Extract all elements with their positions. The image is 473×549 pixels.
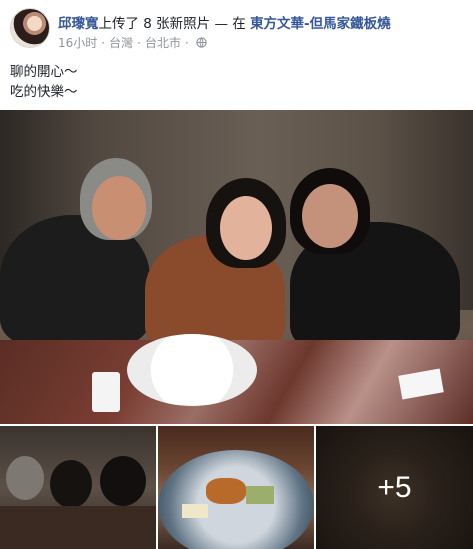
thumb1-person-b <box>50 460 92 508</box>
post-text-line: 吃的快樂～ <box>10 84 78 100</box>
thumbnail-photo-2[interactable] <box>158 426 314 549</box>
meta-separator: · <box>101 35 106 50</box>
location-country-link[interactable]: 台灣 <box>109 34 133 51</box>
post-meta: 16小时 · 台灣 · 台北市 · <box>58 34 207 51</box>
thumb2-food <box>206 478 246 504</box>
photo-face-left <box>92 176 146 240</box>
thumb1-person-c <box>100 456 146 506</box>
photo-face-right <box>302 184 358 248</box>
thumb1-bodies <box>0 506 156 549</box>
photo-thumbnails: +5 <box>0 426 473 549</box>
meta-separator: · <box>137 35 141 50</box>
thumb2-food-white <box>182 504 208 518</box>
post-timestamp[interactable]: 16小时 <box>58 34 97 51</box>
more-photos-count: +5 <box>377 470 412 504</box>
thumbnail-photo-3[interactable]: +5 <box>316 426 473 549</box>
location-city-link[interactable]: 台北市 <box>145 34 181 51</box>
meta-separator: · <box>184 35 189 50</box>
thumb1-person-a <box>6 456 44 500</box>
photo-face-middle <box>220 196 272 260</box>
post-text-line: 聊的開心～ <box>10 64 78 80</box>
author-avatar[interactable] <box>10 8 50 48</box>
post-header: 邱瓈寬上传了 8 张新照片 — 在 東方文華-但馬家鐵板燒 16小时 · 台灣 … <box>0 0 473 58</box>
post-title-line: 邱瓈寬上传了 8 张新照片 — 在 東方文華-但馬家鐵板燒 <box>58 12 391 32</box>
more-photos-overlay[interactable]: +5 <box>316 426 473 549</box>
post-action-text: 上传了 8 张新照片 — 在 <box>98 16 246 32</box>
thumb2-food-green <box>246 486 274 504</box>
thumbnail-photo-1[interactable] <box>0 426 156 549</box>
photo-glass <box>92 372 120 412</box>
globe-icon[interactable] <box>196 37 207 48</box>
place-link[interactable]: 東方文華-但馬家鐵板燒 <box>250 16 391 32</box>
author-name-link[interactable]: 邱瓈寬 <box>58 16 99 32</box>
post-text: 聊的開心～ 吃的快樂～ <box>10 62 78 102</box>
photo-plate <box>127 334 257 406</box>
main-photo[interactable] <box>0 110 473 424</box>
